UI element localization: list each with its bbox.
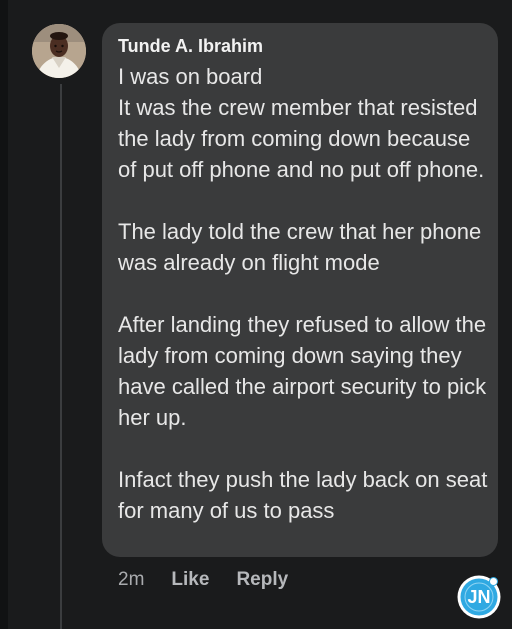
reply-button[interactable]: Reply [236, 568, 288, 592]
comment-bubble: Tunde A. Ibrahim I was on board It was t… [102, 23, 498, 557]
comment-actions: 2m Like Reply [118, 568, 315, 592]
comment-author[interactable]: Tunde A. Ibrahim [118, 37, 263, 55]
watermark-text: JN [467, 587, 490, 607]
thread-line [60, 84, 62, 629]
left-border [0, 0, 8, 629]
like-button[interactable]: Like [171, 568, 209, 592]
comment-timestamp[interactable]: 2m [118, 568, 144, 592]
comment-text: I was on board It was the crew member th… [118, 64, 488, 523]
jn-logo-icon: JN [456, 574, 502, 620]
avatar[interactable] [32, 24, 86, 78]
avatar-image [32, 24, 86, 78]
watermark-logo: JN [457, 575, 501, 619]
